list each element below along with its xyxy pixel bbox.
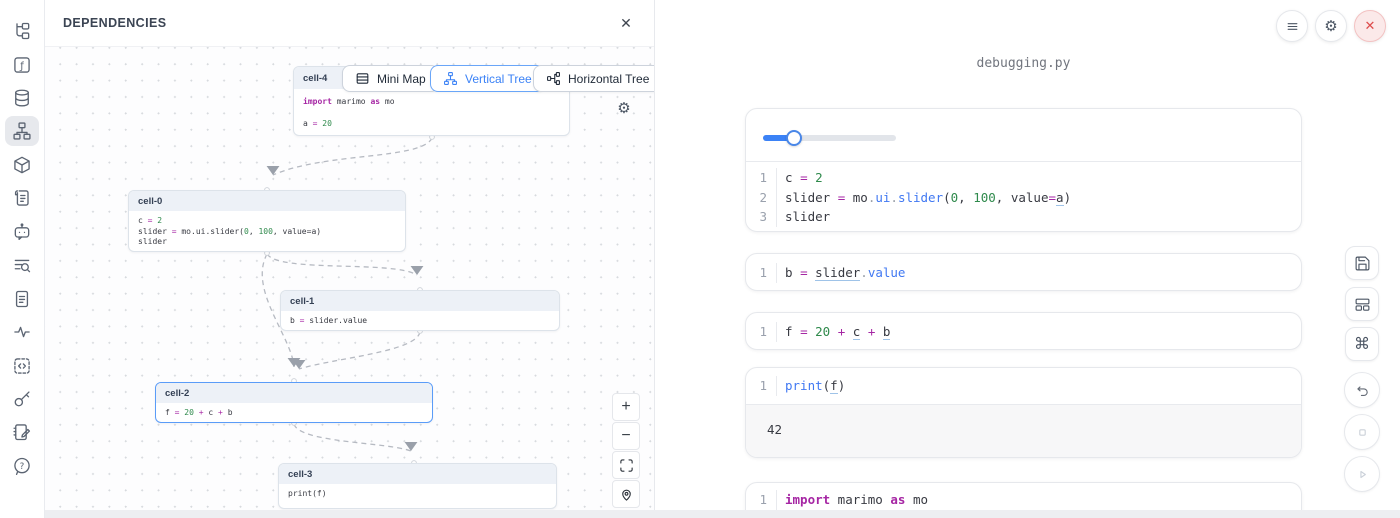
file-explorer-icon[interactable] (5, 16, 39, 46)
graph-node-code: f = 20 + c + b (156, 403, 432, 423)
slider-output-area (746, 109, 1301, 162)
stop-icon (1354, 424, 1371, 441)
help-icon[interactable]: ? (5, 451, 39, 481)
cell-code[interactable]: f = 20 + c + b (777, 322, 890, 342)
marimo-app: ƒ (0, 0, 1400, 518)
svg-text:ƒ: ƒ (19, 61, 24, 72)
undo-button[interactable] (1344, 372, 1380, 408)
save-icon (1354, 255, 1371, 272)
zoom-in-button[interactable]: + (612, 393, 640, 421)
snippets-icon[interactable] (5, 351, 39, 381)
graph-node-title: cell-3 (279, 464, 556, 484)
bottom-scrollbar-track[interactable] (45, 510, 1400, 518)
notebook-menu-button[interactable] (1276, 10, 1308, 42)
code-cell-f[interactable]: 1 f = 20 + c + b (745, 312, 1302, 350)
edge-cell0-cell1 (267, 254, 417, 275)
graph-node-code: print(f) (279, 484, 556, 505)
graph-node-cell-2[interactable]: cell-2 f = 20 + c + b (155, 382, 433, 423)
secrets-icon[interactable] (5, 384, 39, 414)
map-pin-icon (619, 487, 634, 502)
dependency-graph-canvas[interactable]: cell-4 import marimo as mo a = 20 cell-0… (45, 47, 654, 518)
dependencies-title: DEPENDENCIES (63, 16, 166, 30)
horizontal-tree-icon (546, 71, 561, 86)
zoom-out-button[interactable]: − (612, 422, 640, 450)
packages-icon[interactable] (5, 150, 39, 180)
graph-node-code: import marimo as mo a = 20 (294, 89, 569, 134)
code-cell-slider[interactable]: 123 c = 2slider = mo.ui.slider(0, 100, v… (745, 108, 1302, 232)
shutdown-button[interactable]: ✕ (1354, 10, 1386, 42)
command-icon: ⌘ (1354, 334, 1370, 354)
layout-toggle-button[interactable] (1345, 287, 1379, 321)
graph-node-code: c = 2slider = mo.ui.slider(0, 100, value… (129, 211, 405, 252)
logs-icon[interactable] (5, 183, 39, 213)
svg-text:?: ? (20, 462, 25, 472)
line-numbers: 1 (746, 263, 777, 283)
interrupt-button[interactable] (1344, 414, 1380, 450)
line-numbers: 1 (746, 376, 777, 396)
notebook-area: ⚙ ✕ debugging.py 123 c = 2slider = mo.ui… (655, 0, 1400, 518)
edge-cell1-cell2 (299, 332, 420, 369)
dependencies-panel: DEPENDENCIES ✕ (45, 0, 655, 518)
notebook-settings-button[interactable]: ⚙ (1315, 10, 1347, 42)
code-cell-print[interactable]: 1 print(f) 42 (745, 367, 1302, 458)
save-button[interactable] (1345, 246, 1379, 280)
mini-map-button[interactable]: Mini Map (342, 65, 439, 92)
layout-icon (1354, 296, 1371, 313)
edge-cell2-cell3 (294, 424, 411, 451)
datasources-icon[interactable] (5, 83, 39, 113)
vertical-tree-icon (443, 71, 458, 86)
play-icon (1354, 466, 1371, 483)
line-numbers: 1 (746, 322, 777, 342)
notebook-filename[interactable]: debugging.py (745, 56, 1302, 71)
find-replace-icon[interactable] (5, 250, 39, 280)
menu-icon (1285, 19, 1300, 34)
cell-code[interactable]: b = slider.value (777, 263, 905, 283)
dependencies-header: DEPENDENCIES ✕ (45, 0, 654, 47)
graph-node-cell-1[interactable]: cell-1 b = slider.value (280, 290, 560, 331)
graph-node-title: cell-2 (156, 383, 432, 403)
graph-node-cell-0[interactable]: cell-0 c = 2slider = mo.ui.slider(0, 100… (128, 190, 406, 252)
undo-icon (1354, 382, 1371, 399)
horizontal-tree-button[interactable]: Horizontal Tree (533, 65, 654, 92)
slider-thumb[interactable] (786, 130, 802, 146)
fit-view-icon (619, 458, 634, 473)
slider-widget[interactable] (763, 135, 896, 141)
graph-zoom-controls: + − (612, 393, 640, 508)
documentation-icon[interactable] (5, 284, 39, 314)
edge-cell4-cell0 (273, 138, 432, 175)
graph-node-cell-3[interactable]: cell-3 print(f) (278, 463, 557, 509)
graph-settings-gear-icon[interactable]: ⚙ (615, 100, 633, 118)
fit-view-button[interactable] (612, 451, 640, 479)
graph-node-title: cell-0 (129, 191, 405, 211)
graph-node-code: b = slider.value (281, 311, 559, 331)
close-icon: ✕ (1365, 18, 1376, 34)
line-numbers: 123 (746, 168, 777, 227)
vertical-tree-label: Vertical Tree (465, 72, 532, 86)
cell-code[interactable]: print(f) (777, 376, 845, 396)
functions-icon[interactable]: ƒ (5, 50, 39, 80)
command-palette-button[interactable]: ⌘ (1345, 327, 1379, 361)
ai-chat-icon[interactable] (5, 217, 39, 247)
close-panel-icon[interactable]: ✕ (616, 13, 636, 33)
dependencies-icon[interactable] (5, 116, 39, 146)
vertical-tree-button[interactable]: Vertical Tree (430, 65, 545, 92)
horizontal-tree-label: Horizontal Tree (568, 72, 649, 86)
cell-code[interactable]: c = 2slider = mo.ui.slider(0, 100, value… (777, 168, 1071, 227)
scratchpad-icon[interactable] (5, 417, 39, 447)
code-cell-b[interactable]: 1 b = slider.value (745, 253, 1302, 291)
mini-map-icon (355, 71, 370, 86)
locate-node-button[interactable] (612, 480, 640, 508)
gear-icon: ⚙ (1324, 17, 1337, 35)
icon-sidebar: ƒ (0, 0, 45, 518)
cell-console-output: 42 (746, 404, 1301, 458)
run-button[interactable] (1344, 456, 1380, 492)
mini-map-label: Mini Map (377, 72, 426, 86)
graph-node-title: cell-1 (281, 291, 559, 311)
tracing-icon[interactable] (5, 317, 39, 347)
